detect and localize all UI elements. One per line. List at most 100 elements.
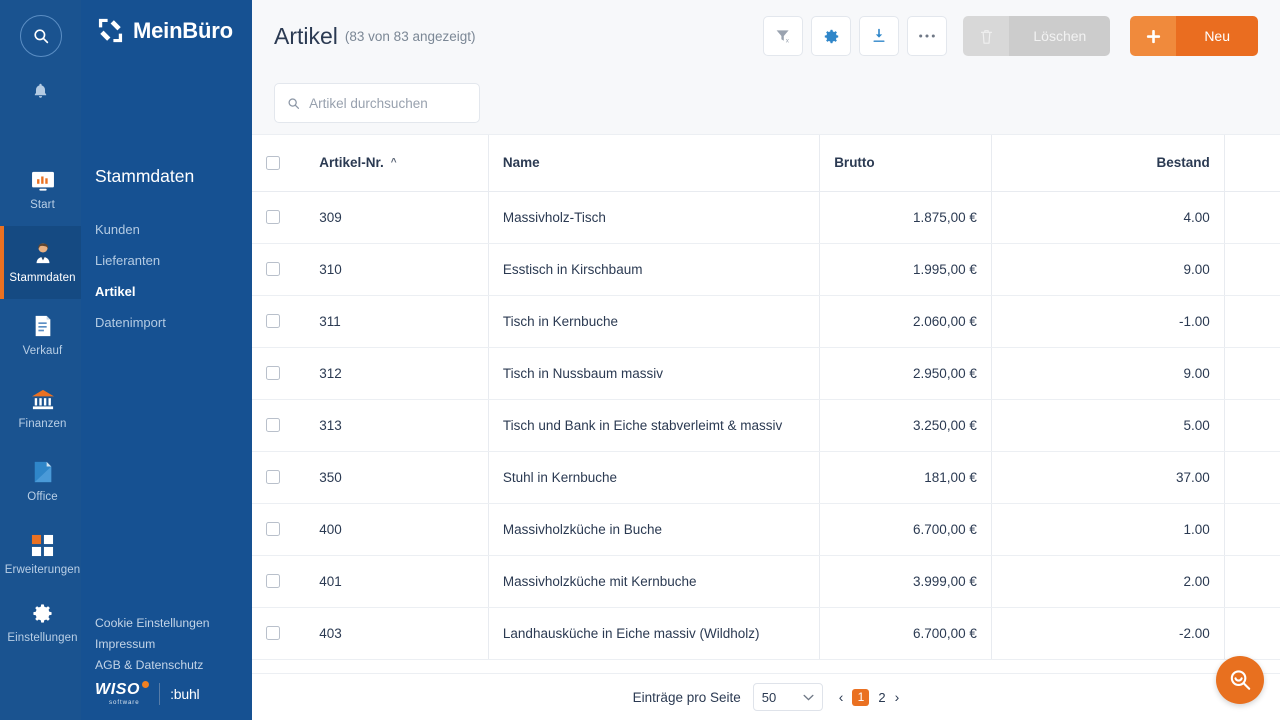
sidebar-item-erweiterungen[interactable]: Erweiterungen <box>0 518 81 591</box>
next-page-button[interactable]: › <box>895 690 900 704</box>
sidebar-item-kunden[interactable]: Kunden <box>81 214 252 245</box>
cell-text: Massivholzküche in Buche <box>502 521 662 537</box>
document-icon <box>32 314 54 338</box>
sidebar-item-label: Finanzen <box>18 418 67 430</box>
row-checkbox[interactable] <box>266 366 280 380</box>
table-row[interactable]: 311 Tisch in Kernbuche 2.060,00 € -1.00 <box>252 295 1280 348</box>
sort-asc-icon: ^ <box>390 156 397 168</box>
support-button[interactable] <box>1216 656 1264 704</box>
cell-bestand: 1.00 <box>990 503 1224 556</box>
page-fold-icon <box>32 460 54 484</box>
plus-icon <box>1130 16 1177 56</box>
table-row[interactable]: 400 Massivholzküche in Buche 6.700,00 € 1.0… <box>252 503 1280 556</box>
notifications-button[interactable] <box>32 82 49 101</box>
cell-text: 1.00 <box>1183 521 1210 537</box>
brand-logo[interactable]: MeinBüro <box>81 0 252 44</box>
sidebar-item-datenimport[interactable]: Datenimport <box>81 307 252 338</box>
column-header-bestand[interactable]: Bestand <box>990 135 1224 192</box>
cell-text: 181,00 € <box>924 469 977 485</box>
cell-bestand: 9.00 <box>990 347 1224 400</box>
row-checkbox[interactable] <box>266 626 280 640</box>
cell-text: Tisch in Kernbuche <box>502 313 618 329</box>
cell-text: Massivholz-Tisch <box>502 209 606 225</box>
search-input[interactable] <box>309 95 467 111</box>
sidebar-nav: Kunden Lieferanten Artikel Datenimport <box>81 214 252 338</box>
page-button-1[interactable]: 1 <box>852 688 870 706</box>
select-all-checkbox[interactable] <box>266 155 280 170</box>
sidebar-item-start[interactable]: Start <box>0 153 81 226</box>
app-root: Start Stammdaten Verkauf Finanzen Office… <box>0 0 1280 720</box>
table-row[interactable]: 313 Tisch und Bank in Eiche stabverleimt … <box>252 399 1280 452</box>
row-checkbox[interactable] <box>266 470 280 484</box>
more-options-button[interactable] <box>907 16 948 56</box>
sidebar-item-verkauf[interactable]: Verkauf <box>0 299 81 372</box>
sidebar-item-finanzen[interactable]: Finanzen <box>0 372 81 445</box>
top-toolbar: Artikel (83 von 83 angezeigt) x Löschen … <box>252 0 1280 72</box>
table-row[interactable]: 312 Tisch in Nussbaum massiv 2.950,00 € 9.0… <box>252 347 1280 400</box>
table-header-row: Artikel-Nr. ^ Name Brutto Bestand <box>252 135 1280 192</box>
gear-icon <box>31 601 54 625</box>
row-checkbox[interactable] <box>266 418 280 432</box>
legal-link-agb[interactable]: AGB & Datenschutz <box>95 655 252 676</box>
cell-end <box>1223 243 1280 296</box>
cell-bestand: -2.00 <box>990 607 1224 660</box>
cell-name: Tisch in Kernbuche <box>487 295 820 348</box>
cell-artikelnr: 400 <box>305 503 488 556</box>
cell-text: Massivholzküche mit Kernbuche <box>502 573 697 589</box>
global-search-button[interactable] <box>19 15 62 57</box>
cell-name: Landhausküche in Eiche massiv (Wildholz) <box>487 607 820 660</box>
sidebar-item-einstellungen[interactable]: Einstellungen <box>0 591 81 664</box>
table-row[interactable]: 310 Esstisch in Kirschbaum 1.995,00 € 9.00 <box>252 243 1280 296</box>
column-header-label: Bestand <box>1156 155 1210 171</box>
legal-link-impressum[interactable]: Impressum <box>95 634 252 655</box>
cell-text: 310 <box>319 261 342 277</box>
cell-text: Stuhl in Kernbuche <box>502 469 617 485</box>
legal-link-cookie[interactable]: Cookie Einstellungen <box>95 613 252 634</box>
sidebar-item-lieferanten[interactable]: Lieferanten <box>81 245 252 276</box>
cell-end <box>1223 555 1280 608</box>
cell-text: 403 <box>319 625 342 641</box>
cell-text: 2.060,00 € <box>913 313 977 329</box>
column-header-name[interactable]: Name <box>487 135 820 192</box>
prev-page-button[interactable]: ‹ <box>839 690 844 704</box>
download-button[interactable] <box>859 16 900 56</box>
row-checkbox[interactable] <box>266 314 280 328</box>
column-header-brutto[interactable]: Brutto <box>819 135 991 192</box>
sidebar-item-office[interactable]: Office <box>0 445 81 518</box>
column-header-label: Artikel-Nr. <box>319 155 384 171</box>
row-checkbox[interactable] <box>266 574 280 588</box>
table-row[interactable]: 401 Massivholzküche mit Kernbuche 3.999,00… <box>252 555 1280 608</box>
table-row[interactable]: 403 Landhausküche in Eiche massiv (Wildho… <box>252 607 1280 660</box>
search-row <box>252 72 1280 134</box>
cell-brutto: 1.995,00 € <box>819 243 991 296</box>
row-checkbox[interactable] <box>266 522 280 536</box>
table-row[interactable]: 309 Massivholz-Tisch 1.875,00 € 4.00 <box>252 191 1280 244</box>
page-button-2[interactable]: 2 <box>878 690 885 705</box>
row-checkbox[interactable] <box>266 210 280 224</box>
cell-text: Landhausküche in Eiche massiv (Wildholz) <box>502 625 760 641</box>
cell-bestand: 4.00 <box>990 191 1224 244</box>
cell-brutto: 2.950,00 € <box>819 347 991 400</box>
grid-squares-icon <box>31 533 54 557</box>
download-icon <box>873 28 885 42</box>
sidebar-item-stammdaten[interactable]: Stammdaten <box>0 226 81 299</box>
delete-button[interactable]: Löschen <box>963 16 1111 56</box>
sidebar-item-label: Erweiterungen <box>4 564 81 576</box>
search-box[interactable] <box>274 83 480 123</box>
cell-text: 6.700,00 € <box>913 625 977 641</box>
column-header-artikelnr[interactable]: Artikel-Nr. ^ <box>305 135 488 192</box>
sidebar-item-artikel[interactable]: Artikel <box>81 276 252 307</box>
settings-button[interactable] <box>811 16 852 56</box>
cell-bestand: 37.00 <box>990 451 1224 504</box>
row-select-cell <box>252 243 306 296</box>
cell-text: Tisch in Nussbaum massiv <box>502 365 663 381</box>
new-button[interactable]: Neu <box>1130 16 1258 56</box>
per-page-select[interactable]: 50 <box>752 683 823 711</box>
table-row[interactable]: 350 Stuhl in Kernbuche 181,00 € 37.00 <box>252 451 1280 504</box>
cell-text: Tisch und Bank in Eiche stabverleimt & m… <box>502 417 783 433</box>
row-checkbox[interactable] <box>266 262 280 276</box>
filter-remove-button[interactable]: x <box>763 16 804 56</box>
cell-artikelnr: 309 <box>305 191 488 244</box>
cell-artikelnr: 403 <box>305 607 488 660</box>
select-all-header <box>252 135 306 192</box>
